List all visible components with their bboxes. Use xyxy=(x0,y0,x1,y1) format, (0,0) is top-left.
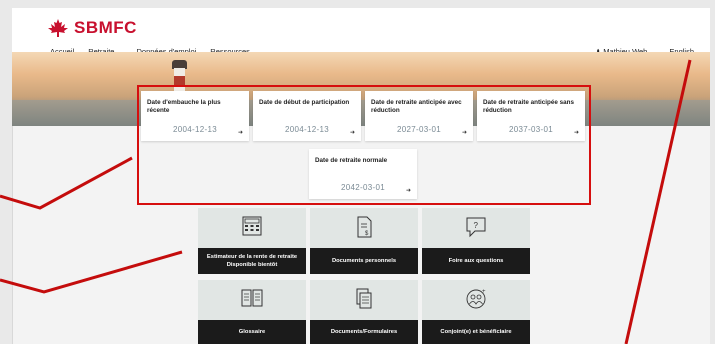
annotation-highlight-box xyxy=(137,85,591,205)
people-icon: + xyxy=(422,288,530,310)
tile-label: Documents/Formulaires xyxy=(310,320,418,344)
tile-title: Estimateur de la rente de retraite xyxy=(206,254,298,260)
calculator-icon xyxy=(198,216,306,238)
documents-icon xyxy=(310,288,418,310)
tile-foire-aux-questions[interactable]: ? Foire aux questions xyxy=(422,208,530,274)
tile-glossaire[interactable]: Glossaire xyxy=(198,280,306,344)
svg-text:?: ? xyxy=(474,221,479,230)
tile-label: Conjoint(e) et bénéficiaire xyxy=(422,320,530,344)
document-dollar-icon: $ xyxy=(310,216,418,238)
tile-title: Foire aux questions xyxy=(448,258,504,264)
tile-label: Glossaire xyxy=(198,320,306,344)
svg-text:+: + xyxy=(482,289,486,295)
tile-title: Conjoint(e) et bénéficiaire xyxy=(440,329,512,335)
question-bubble-icon: ? xyxy=(422,216,530,238)
svg-text:$: $ xyxy=(365,231,369,237)
logo[interactable]: SBMFC xyxy=(46,18,137,38)
tile-documents-formulaires[interactable]: Documents/Formulaires xyxy=(310,280,418,344)
tile-sublabel: Disponible bientôt xyxy=(226,262,278,268)
tile-estimateur[interactable]: Estimateur de la rente de retraite Dispo… xyxy=(198,208,306,274)
tile-documents-personnels[interactable]: $ Documents personnels xyxy=(310,208,418,274)
tile-title: Documents personnels xyxy=(331,258,397,264)
tile-label: Estimateur de la rente de retraite Dispo… xyxy=(198,248,306,274)
tile-title: Glossaire xyxy=(238,329,266,335)
maple-leaf-icon xyxy=(48,19,68,37)
book-icon xyxy=(198,288,306,310)
tile-title: Documents/Formulaires xyxy=(330,329,398,335)
header: SBMFC Accueil Retraite⌄ Données d'emploi… xyxy=(12,8,710,56)
brand-name: SBMFC xyxy=(74,18,137,37)
tile-label: Foire aux questions xyxy=(422,248,530,274)
tile-label: Documents personnels xyxy=(310,248,418,274)
tile-conjoint-beneficiaire[interactable]: + Conjoint(e) et bénéficiaire xyxy=(422,280,530,344)
